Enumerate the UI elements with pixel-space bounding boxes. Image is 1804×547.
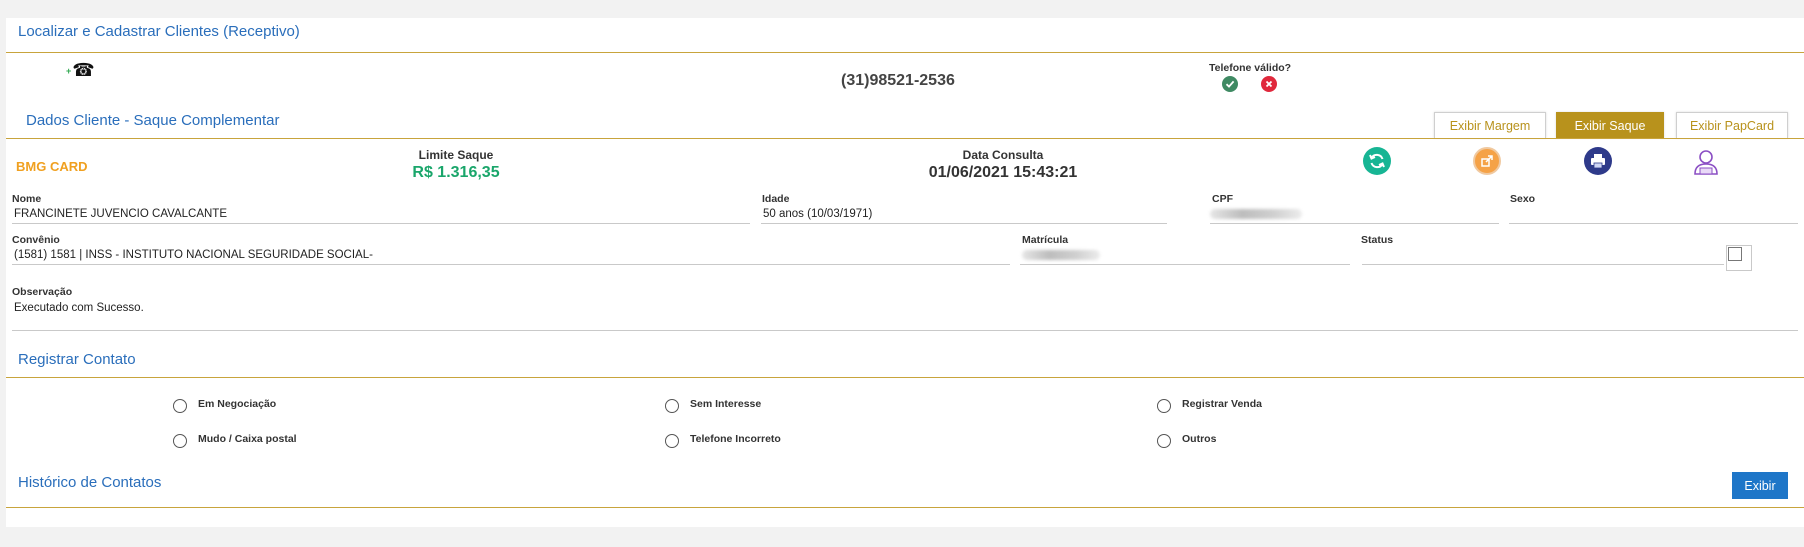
observacao-value[interactable]: Executado com Sucesso.: [14, 302, 144, 314]
idade-value[interactable]: 50 anos (10/03/1971): [763, 208, 872, 220]
date-label: Data Consulta: [962, 148, 1044, 162]
radio-outros[interactable]: [1157, 434, 1171, 448]
contact-section-title: Registrar Contato: [18, 351, 136, 368]
contact-divider: [6, 377, 1804, 378]
cpf-underline: [1210, 223, 1499, 224]
plus-icon: +: [66, 65, 72, 76]
telephone-icon: ☎: [72, 60, 95, 80]
refresh-icon[interactable]: [1363, 147, 1391, 175]
nome-value[interactable]: FRANCINETE JUVENCIO CAVALCANTE: [14, 208, 227, 220]
observacao-label: Observação: [12, 286, 73, 298]
option-em-negociacao-label: Em Negociação: [198, 398, 277, 410]
cpf-redacted: [1210, 209, 1302, 219]
radio-em-negociacao[interactable]: [173, 399, 187, 413]
status-checkbox[interactable]: [1728, 247, 1742, 261]
matricula-redacted: [1022, 250, 1100, 260]
radio-registrar-venda[interactable]: [1157, 399, 1171, 413]
option-mudo-caixa-postal-label: Mudo / Caixa postal: [198, 433, 297, 445]
limit-value: R$ 1.316,35: [412, 164, 500, 181]
idade-label: Idade: [762, 193, 790, 205]
convenio-label: Convênio: [12, 234, 60, 246]
valid-check-icon[interactable]: [1222, 76, 1238, 92]
observacao-underline: [12, 330, 1798, 331]
invalid-x-icon[interactable]: [1261, 76, 1277, 92]
tab-exibir-saque[interactable]: Exibir Saque: [1556, 112, 1664, 138]
printer-icon[interactable]: [1584, 147, 1612, 175]
share-icon[interactable]: [1473, 147, 1501, 175]
sexo-label: Sexo: [1510, 193, 1536, 205]
convenio-value[interactable]: (1581) 1581 | INSS - INSTITUTO NACIONAL …: [14, 249, 373, 261]
radio-telefone-incorreto[interactable]: [665, 434, 679, 448]
tab-exibir-margem[interactable]: Exibir Margem: [1434, 112, 1546, 138]
main-panel: [6, 18, 1804, 527]
client-divider: [6, 138, 1804, 139]
product-name: BMG CARD: [16, 159, 88, 174]
nome-underline: [12, 223, 750, 224]
page-title: Localizar e Cadastrar Clientes (Receptiv…: [18, 23, 300, 40]
history-section-title: Histórico de Contatos: [18, 474, 162, 491]
sexo-underline: [1509, 223, 1798, 224]
radio-mudo-caixa-postal[interactable]: [173, 434, 187, 448]
nome-label: Nome: [12, 193, 42, 205]
history-divider: [6, 507, 1804, 508]
option-outros-label: Outros: [1182, 433, 1217, 445]
header-divider: [6, 52, 1804, 53]
status-underline: [1362, 264, 1724, 265]
option-sem-interesse-label: Sem Interesse: [690, 398, 762, 410]
radio-sem-interesse[interactable]: [665, 399, 679, 413]
limit-label: Limite Saque: [418, 148, 494, 162]
exibir-history-button[interactable]: Exibir: [1732, 472, 1788, 499]
convenio-underline: [12, 264, 1010, 265]
idade-underline: [761, 223, 1167, 224]
matricula-label: Matrícula: [1022, 234, 1069, 246]
option-registrar-venda-label: Registrar Venda: [1182, 398, 1262, 410]
add-phone-button[interactable]: + ☎: [66, 60, 95, 81]
user-profile-icon[interactable]: [1693, 148, 1719, 176]
date-value: 01/06/2021 15:43:21: [928, 164, 1078, 181]
matricula-underline: [1020, 264, 1350, 265]
tab-exibir-papcard[interactable]: Exibir PapCard: [1676, 112, 1788, 138]
phone-valid-label: Telefone válido?: [1209, 62, 1292, 74]
client-section-title: Dados Cliente - Saque Complementar: [26, 112, 280, 129]
status-label: Status: [1361, 234, 1394, 246]
cpf-label: CPF: [1212, 193, 1233, 205]
option-telefone-incorreto-label: Telefone Incorreto: [690, 433, 781, 445]
phone-number: (31)98521-2536: [841, 72, 955, 89]
